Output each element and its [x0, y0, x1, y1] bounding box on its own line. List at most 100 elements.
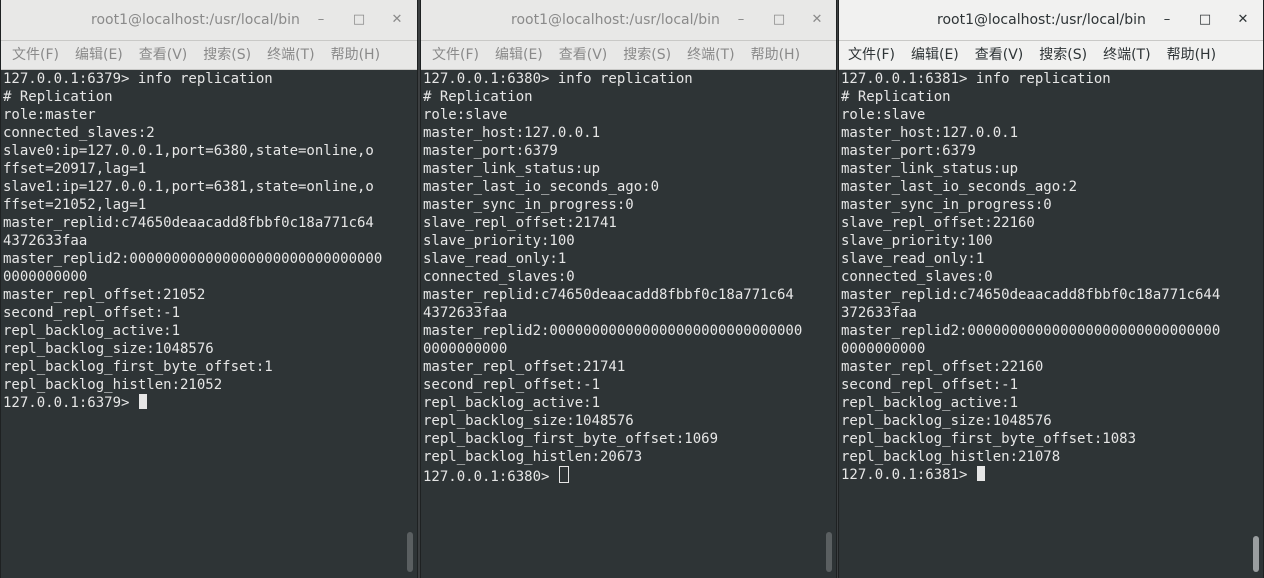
terminal-window-6379[interactable]: root1@localhost:/usr/local/bin – □ ✕ 文件(…	[0, 0, 418, 578]
window-title: root1@localhost:/usr/local/bin	[91, 12, 300, 28]
terminal-line: # Replication	[423, 89, 533, 105]
terminal-line: 4372633faa	[3, 233, 88, 249]
terminal-line: slave_repl_offset:22160	[841, 215, 1035, 231]
terminal-line: 127.0.0.1:6379> info replication	[3, 71, 273, 87]
menu-terminal[interactable]: 终端(T)	[267, 41, 314, 69]
menu-file[interactable]: 文件(F)	[12, 41, 59, 69]
terminal-line: master_host:127.0.0.1	[423, 125, 601, 141]
prompt-text: 127.0.0.1:6381>	[841, 467, 976, 483]
scrollbar[interactable]	[404, 70, 416, 578]
terminal-output[interactable]: 127.0.0.1:6381> info replication # Replic…	[841, 70, 1249, 578]
title-bar[interactable]: root1@localhost:/usr/local/bin – □ ✕	[421, 0, 836, 41]
terminal-line: repl_backlog_size:1048576	[3, 341, 214, 357]
terminal-line: connected_slaves:2	[3, 125, 155, 141]
menu-help[interactable]: 帮助(H)	[751, 41, 800, 69]
close-button[interactable]: ✕	[1233, 10, 1253, 30]
menu-help[interactable]: 帮助(H)	[331, 41, 380, 69]
minimize-button[interactable]: –	[1157, 10, 1177, 30]
terminal-output[interactable]: 127.0.0.1:6379> info replication # Replic…	[3, 70, 403, 578]
terminal-line: role:slave	[841, 107, 926, 123]
terminal-line: # Replication	[841, 89, 951, 105]
maximize-button[interactable]: □	[1195, 10, 1215, 30]
terminal-window-6380[interactable]: root1@localhost:/usr/local/bin – □ ✕ 文件(…	[420, 0, 837, 578]
terminal-output[interactable]: 127.0.0.1:6380> info replication # Replic…	[423, 70, 822, 578]
prompt-line[interactable]: 127.0.0.1:6380>	[423, 466, 822, 485]
terminal-line: master_sync_in_progress:0	[841, 197, 1052, 213]
menu-edit[interactable]: 编辑(E)	[495, 41, 543, 69]
menu-search[interactable]: 搜索(S)	[1039, 41, 1087, 69]
maximize-button[interactable]: □	[769, 10, 789, 30]
terminal-line: master_link_status:up	[423, 161, 601, 177]
terminal-line: second_repl_offset:-1	[3, 305, 181, 321]
terminal-line: master_repl_offset:22160	[841, 359, 1044, 375]
terminal-line: repl_backlog_histlen:21078	[841, 449, 1061, 465]
menu-bar: 文件(F) 编辑(E) 查看(V) 搜索(S) 终端(T) 帮助(H)	[421, 41, 836, 70]
terminal-line: role:slave	[423, 107, 508, 123]
prompt-text: 127.0.0.1:6379>	[3, 395, 138, 411]
terminal-line: role:master	[3, 107, 96, 123]
terminal-line: slave1:ip=127.0.0.1,port=6381,state=onli…	[3, 179, 374, 195]
terminal-line: master_repl_offset:21052	[3, 287, 206, 303]
menu-view[interactable]: 查看(V)	[559, 41, 608, 69]
scrollbar-thumb[interactable]	[407, 532, 413, 572]
menu-view[interactable]: 查看(V)	[975, 41, 1024, 69]
terminal-line: repl_backlog_first_byte_offset:1069	[423, 431, 719, 447]
menu-terminal[interactable]: 终端(T)	[1103, 41, 1150, 69]
menu-edit[interactable]: 编辑(E)	[911, 41, 959, 69]
minimize-button[interactable]: –	[311, 10, 331, 30]
terminal-line: master_sync_in_progress:0	[423, 197, 634, 213]
terminal-line: # Replication	[3, 89, 113, 105]
terminal-line: connected_slaves:0	[841, 269, 993, 285]
menu-bar: 文件(F) 编辑(E) 查看(V) 搜索(S) 终端(T) 帮助(H)	[1, 41, 417, 70]
menu-view[interactable]: 查看(V)	[139, 41, 188, 69]
terminal-line: second_repl_offset:-1	[423, 377, 601, 393]
prompt-line[interactable]: 127.0.0.1:6381>	[841, 466, 1249, 484]
menu-file[interactable]: 文件(F)	[848, 41, 895, 69]
window-title: root1@localhost:/usr/local/bin	[511, 12, 720, 28]
terminal-line: 0000000000	[423, 341, 508, 357]
close-button[interactable]: ✕	[387, 10, 407, 30]
terminal-line: master_replid2:0000000000000000000000000…	[3, 251, 383, 267]
menu-bar: 文件(F) 编辑(E) 查看(V) 搜索(S) 终端(T) 帮助(H)	[839, 41, 1263, 70]
window-title: root1@localhost:/usr/local/bin	[937, 12, 1146, 28]
minimize-button[interactable]: –	[731, 10, 751, 30]
terminal-line: repl_backlog_first_byte_offset:1083	[841, 431, 1137, 447]
scrollbar-thumb[interactable]	[1253, 536, 1259, 572]
menu-terminal[interactable]: 终端(T)	[687, 41, 734, 69]
title-bar[interactable]: root1@localhost:/usr/local/bin – □ ✕	[839, 0, 1263, 41]
prompt-line[interactable]: 127.0.0.1:6379>	[3, 394, 403, 412]
menu-edit[interactable]: 编辑(E)	[75, 41, 123, 69]
terminal-line: master_replid2:0000000000000000000000000…	[423, 323, 803, 339]
terminal-line: master_replid:c74650deaacadd8fbbf0c18a77…	[3, 215, 374, 231]
title-bar[interactable]: root1@localhost:/usr/local/bin – □ ✕	[1, 0, 417, 41]
terminal-line: repl_backlog_size:1048576	[423, 413, 634, 429]
terminal-line: repl_backlog_histlen:21052	[3, 377, 223, 393]
terminal-line: master_last_io_seconds_ago:0	[423, 179, 660, 195]
terminal-line: slave_priority:100	[841, 233, 993, 249]
terminal-line: repl_backlog_active:1	[3, 323, 181, 339]
terminal-window-6381[interactable]: root1@localhost:/usr/local/bin – □ ✕ 文件(…	[838, 0, 1264, 578]
scrollbar-thumb[interactable]	[826, 532, 832, 572]
terminal-line: repl_backlog_first_byte_offset:1	[3, 359, 273, 375]
scrollbar[interactable]	[1250, 70, 1262, 578]
maximize-button[interactable]: □	[349, 10, 369, 30]
scrollbar[interactable]	[823, 70, 835, 578]
menu-search[interactable]: 搜索(S)	[623, 41, 671, 69]
terminal-line: slave_read_only:1	[841, 251, 985, 267]
terminal-line: second_repl_offset:-1	[841, 377, 1019, 393]
menu-file[interactable]: 文件(F)	[432, 41, 479, 69]
menu-help[interactable]: 帮助(H)	[1167, 41, 1216, 69]
close-button[interactable]: ✕	[807, 10, 827, 30]
text-cursor	[138, 394, 147, 409]
terminal-line: ffset=20917,lag=1	[3, 161, 147, 177]
terminal-line: master_replid:c74650deaacadd8fbbf0c18a77…	[423, 287, 794, 303]
menu-search[interactable]: 搜索(S)	[203, 41, 251, 69]
terminal-line: master_host:127.0.0.1	[841, 125, 1019, 141]
terminal-line: repl_backlog_active:1	[423, 395, 601, 411]
terminal-line: repl_backlog_size:1048576	[841, 413, 1052, 429]
terminal-line: connected_slaves:0	[423, 269, 575, 285]
terminal-line: slave_read_only:1	[423, 251, 567, 267]
terminal-line: master_last_io_seconds_ago:2	[841, 179, 1078, 195]
terminal-line: master_port:6379	[841, 143, 976, 159]
terminal-line: slave_priority:100	[423, 233, 575, 249]
